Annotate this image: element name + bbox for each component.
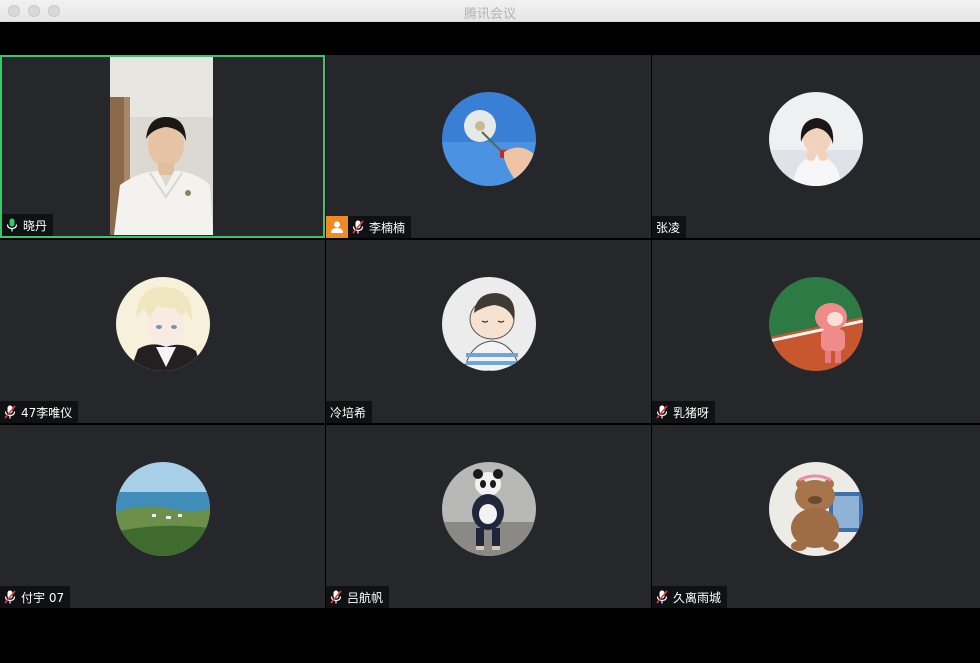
anime-boy-avatar — [115, 276, 210, 371]
coast-landscape-avatar — [115, 461, 210, 556]
bear-avatar — [769, 461, 863, 556]
participant-name: 李楠楠 — [369, 220, 406, 235]
screen-share-icon — [326, 216, 348, 238]
participant-name: 张凌 — [656, 220, 681, 235]
participant-nametag: 久离雨城 — [652, 586, 728, 608]
participant-nametag: 晓丹 — [2, 214, 54, 236]
participant-name: 吕航帆 — [347, 590, 384, 605]
microphone-muted-icon — [330, 590, 342, 604]
participant-nametag: 李楠楠 — [348, 216, 412, 238]
participant-name: 冷培希 — [330, 405, 367, 420]
participant-tile[interactable]: 晓丹 — [0, 55, 325, 238]
microphone-muted-icon — [656, 590, 668, 604]
participant-nametag: 吕航帆 — [326, 586, 390, 608]
participant-tile[interactable]: 47李唯仪 — [0, 240, 325, 423]
participant-tile[interactable]: 冷培希 — [326, 240, 651, 423]
participant-tile[interactable]: 吕航帆 — [326, 425, 651, 608]
panda-costume-avatar — [441, 461, 536, 556]
participant-name: 乳猪呀 — [673, 405, 710, 420]
participant-name: 久离雨城 — [673, 590, 722, 605]
participant-tile[interactable]: 乳猪呀 — [652, 240, 980, 423]
microphone-muted-icon — [4, 405, 16, 419]
participant-name: 付宇 07 — [21, 590, 65, 605]
title-bar: 腾讯会议 — [0, 0, 980, 22]
participant-name: 47李唯仪 — [21, 405, 73, 420]
participant-name: 晓丹 — [23, 218, 48, 233]
cartoon-boy-avatar — [441, 276, 536, 371]
participant-nametag: 冷培希 — [326, 401, 373, 423]
window-title: 腾讯会议 — [463, 7, 516, 22]
participant-nametag: 乳猪呀 — [652, 401, 716, 423]
girl-photo-avatar — [769, 91, 863, 186]
meeting-window: 腾讯会议 晓丹 李楠楠 张凌 47李唯仪 冷培希 乳猪呀 付宇 07 吕航帆 久… — [0, 0, 980, 663]
participant-nametag: 付宇 07 — [0, 586, 71, 608]
participant-tile[interactable]: 付宇 07 — [0, 425, 325, 608]
participant-nametag: 张凌 — [652, 216, 687, 238]
microphone-on-icon — [6, 218, 18, 232]
microphone-muted-icon — [656, 405, 668, 419]
camera-video — [110, 57, 213, 235]
microphone-muted-icon — [352, 220, 364, 234]
pink-cartoon-avatar — [769, 276, 863, 371]
participant-tile[interactable]: 张凌 — [652, 55, 980, 238]
participant-grid: 晓丹 李楠楠 张凌 47李唯仪 冷培希 乳猪呀 付宇 07 吕航帆 久离雨城 — [0, 55, 980, 608]
participant-tile[interactable]: 久离雨城 — [652, 425, 980, 608]
participant-tile[interactable]: 李楠楠 — [326, 55, 651, 238]
dandelion-avatar — [441, 91, 536, 186]
participant-nametag: 47李唯仪 — [0, 401, 79, 423]
microphone-muted-icon — [4, 590, 16, 604]
